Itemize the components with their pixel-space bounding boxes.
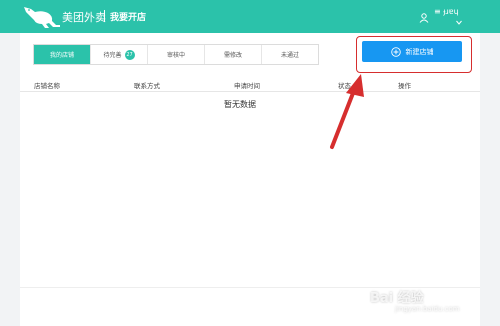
tab-label: 需修改: [223, 52, 242, 59]
status-tabs: 我的店铺 待完善 27 审核中 需修改 未通过: [33, 44, 319, 65]
tab-my-stores[interactable]: 我的店铺: [34, 45, 91, 64]
watermark-text: Bai 经验: [370, 291, 424, 306]
tab-label: 待完善: [103, 52, 122, 59]
user-name[interactable]: ≡ ɟɹɐɥ: [434, 7, 459, 16]
count-badge: 27: [124, 49, 135, 60]
kangaroo-logo-icon[interactable]: [22, 4, 62, 30]
tab-label: 审核中: [166, 52, 185, 59]
tab-label: 我的店铺: [49, 52, 74, 59]
user-icon[interactable]: [419, 8, 429, 23]
annotation-arrow-icon: [310, 72, 380, 152]
page-subtitle: 我要开店: [110, 13, 147, 23]
empty-state-text: 暂无数据: [224, 100, 256, 109]
column-header-apply-time: 申请时间: [234, 82, 260, 90]
column-header-store-name: 店铺名称: [34, 82, 60, 90]
column-header-contact: 联系方式: [134, 82, 160, 90]
store-list-card: 我的店铺 待完善 27 审核中 需修改 未通过 新建店铺 店铺名称 联系方式 申…: [20, 33, 480, 326]
tab-label: 未通过: [280, 52, 299, 59]
chevron-down-icon[interactable]: [456, 10, 462, 25]
tab-incomplete[interactable]: 待完善 27: [91, 45, 148, 64]
tab-needs-revision[interactable]: 需修改: [205, 45, 262, 64]
watermark-url: jingyan.baidu.com: [395, 305, 460, 313]
column-header-actions: 操作: [398, 82, 411, 90]
table-header: 店铺名称 联系方式 申请时间 状态 操作: [20, 77, 480, 92]
highlight-box: [356, 36, 472, 73]
header-divider: [104, 10, 105, 22]
brand-name[interactable]: 美团外卖: [62, 9, 106, 25]
tab-under-review[interactable]: 审核中: [148, 45, 205, 64]
top-navigation-bar: 美团外卖 我要开店 ≡ ɟɹɐɥ: [0, 0, 500, 33]
tab-rejected[interactable]: 未通过: [262, 45, 318, 64]
